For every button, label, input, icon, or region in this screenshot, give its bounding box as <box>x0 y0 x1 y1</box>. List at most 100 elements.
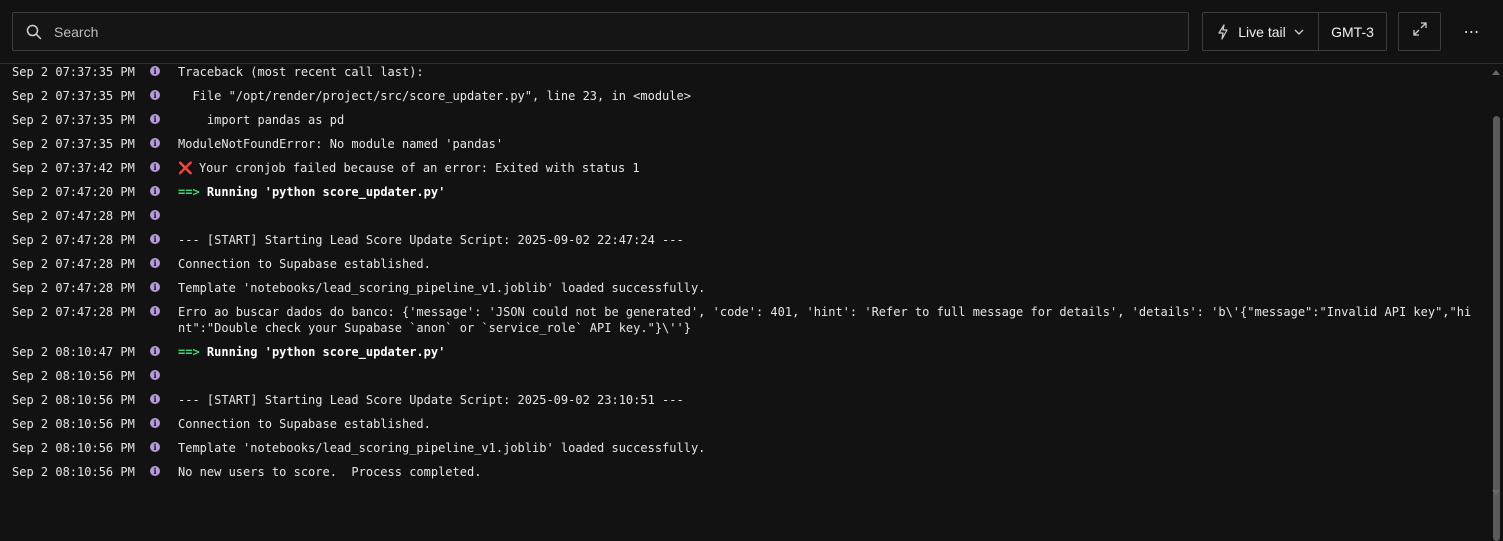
info-icon: i <box>150 258 160 268</box>
log-message: ==> Running 'python score_updater.py' <box>178 184 1478 200</box>
log-timestamp: Sep 2 07:47:28 PM <box>12 209 135 223</box>
chevron-down-icon <box>1294 27 1304 37</box>
info-icon: i <box>150 162 160 172</box>
info-icon: i <box>150 442 160 452</box>
log-timestamp: Sep 2 08:10:56 PM <box>12 369 135 383</box>
log-message: ModuleNotFoundError: No module named 'pa… <box>178 136 1478 152</box>
log-level: i <box>148 256 178 272</box>
log-timestamp: Sep 2 08:10:56 PM <box>12 417 135 431</box>
log-message-text: Erro ao buscar dados do banco: {'message… <box>178 305 1472 335</box>
log-level: i <box>148 232 178 248</box>
log-message <box>178 368 1478 384</box>
expand-icon <box>1412 22 1427 41</box>
log-level: i <box>148 344 178 360</box>
log-message-text: Your cronjob failed because of an error:… <box>198 161 640 175</box>
live-tail-button[interactable]: Live tail <box>1203 13 1319 50</box>
log-row: Sep 2 07:37:42 PM i ❌ Your cronjob failed b… <box>12 160 1478 176</box>
scrollbar[interactable] <box>1490 64 1503 541</box>
log-message: --- [START] Starting Lead Score Update S… <box>178 232 1478 248</box>
info-icon: i <box>150 346 160 356</box>
info-icon: i <box>150 90 160 100</box>
log-message <box>178 208 1478 224</box>
log-message: File "/opt/render/project/src/score_upda… <box>178 88 1478 104</box>
log-timestamp: Sep 2 07:47:28 PM <box>12 233 135 247</box>
log-timestamp: Sep 2 08:10:56 PM <box>12 393 135 407</box>
info-icon: i <box>150 138 160 148</box>
log-message-text: File "/opt/render/project/src/score_upda… <box>178 89 691 103</box>
log-row: Sep 2 08:10:56 PM i Connection to Supabase… <box>12 416 1478 432</box>
log-timestamp: Sep 2 08:10:56 PM <box>12 441 135 455</box>
log-timestamp: Sep 2 07:37:35 PM <box>12 113 135 127</box>
log-row: Sep 2 07:37:35 PM i ModuleNotFoundError: N… <box>12 136 1478 152</box>
log-message: Template 'notebooks/lead_scoring_pipelin… <box>178 440 1478 456</box>
log-level: i <box>148 88 178 104</box>
log-message-text: --- [START] Starting Lead Score Update S… <box>178 233 684 247</box>
log-message-text: Traceback (most recent call last): <box>178 65 424 79</box>
log-message: import pandas as pd <box>178 112 1478 128</box>
info-icon: i <box>150 114 160 124</box>
log-message: ==> Running 'python score_updater.py' <box>178 344 1478 360</box>
info-icon: i <box>150 466 160 476</box>
log-row: Sep 2 07:47:28 PM i --- [START] Starting L… <box>12 232 1478 248</box>
log-message: No new users to score. Process completed… <box>178 464 1478 480</box>
log-message: Connection to Supabase established. <box>178 416 1478 432</box>
scrollbar-thumb[interactable] <box>1493 116 1500 541</box>
log-level: i <box>148 208 178 224</box>
lightning-icon <box>1217 23 1229 40</box>
info-icon: i <box>150 186 160 196</box>
log-message: ❌ Your cronjob failed because of an error… <box>178 160 1478 176</box>
log-message: Template 'notebooks/lead_scoring_pipelin… <box>178 280 1478 296</box>
search-icon <box>26 24 42 40</box>
log-message-text: ModuleNotFoundError: No module named 'pa… <box>178 137 504 151</box>
log-level: i <box>148 184 178 200</box>
log-row: Sep 2 07:47:28 PM i Template 'notebooks/le… <box>12 280 1478 296</box>
log-row: Sep 2 08:10:56 PM i --- [START] Starting L… <box>12 392 1478 408</box>
log-message-text: import pandas as pd <box>178 113 345 127</box>
info-icon: i <box>150 234 160 244</box>
run-arrow: ==> <box>178 185 200 199</box>
search-box[interactable] <box>12 12 1189 51</box>
log-level: i <box>148 160 178 176</box>
info-icon: i <box>150 418 160 428</box>
fullscreen-button[interactable] <box>1398 12 1441 51</box>
log-message-text: Template 'notebooks/lead_scoring_pipelin… <box>178 281 706 295</box>
info-icon: i <box>150 394 160 404</box>
timezone-button[interactable]: GMT-3 <box>1319 13 1386 50</box>
log-message: Erro ao buscar dados do banco: {'message… <box>178 304 1478 336</box>
log-row: Sep 2 07:47:28 PM i Connection to Supabase… <box>12 256 1478 272</box>
more-options-button[interactable]: ⋯ <box>1456 12 1488 51</box>
log-timestamp: Sep 2 07:47:28 PM <box>12 257 135 271</box>
info-icon: i <box>150 210 160 220</box>
log-row: Sep 2 08:10:56 PM i <box>12 368 1478 384</box>
log-timestamp: Sep 2 08:10:56 PM <box>12 465 135 479</box>
log-list: Sep 2 07:37:35 PM i Traceback (most recent… <box>0 64 1490 501</box>
log-message-text: Running 'python score_updater.py' <box>206 185 446 199</box>
log-timestamp: Sep 2 07:37:42 PM <box>12 161 135 175</box>
scroll-down-icon[interactable] <box>1492 490 1500 495</box>
info-icon: i <box>150 66 160 76</box>
search-input[interactable] <box>52 12 1188 51</box>
log-level: i <box>148 440 178 456</box>
log-row: Sep 2 08:10:56 PM i Template 'notebooks/le… <box>12 440 1478 456</box>
log-message-text: --- [START] Starting Lead Score Update S… <box>178 393 684 407</box>
log-timestamp: Sep 2 08:10:47 PM <box>12 345 135 359</box>
log-level: i <box>148 280 178 296</box>
info-icon: i <box>150 282 160 292</box>
log-row: Sep 2 07:47:20 PM i ==> Running 'python sc… <box>12 184 1478 200</box>
log-timestamp: Sep 2 07:37:35 PM <box>12 65 135 79</box>
log-row: Sep 2 07:37:35 PM i File "/opt/render/pro… <box>12 88 1478 104</box>
log-level: i <box>148 64 178 80</box>
log-timestamp: Sep 2 07:47:28 PM <box>12 281 135 295</box>
log-message-text: Connection to Supabase established. <box>178 417 431 431</box>
log-level: i <box>148 464 178 480</box>
log-message-text: Connection to Supabase established. <box>178 257 431 271</box>
error-x-icon: ❌ <box>178 161 193 175</box>
scroll-up-icon[interactable] <box>1492 70 1500 75</box>
log-level: i <box>148 112 178 128</box>
log-row: Sep 2 07:37:35 PM i import pandas as pd <box>12 112 1478 128</box>
log-row: Sep 2 07:47:28 PM i Erro ao buscar dados d… <box>12 304 1478 336</box>
log-timestamp: Sep 2 07:47:28 PM <box>12 305 135 319</box>
log-message: Connection to Supabase established. <box>178 256 1478 272</box>
info-icon: i <box>150 306 160 316</box>
log-row: Sep 2 08:10:56 PM i No new users to score.… <box>12 464 1478 480</box>
